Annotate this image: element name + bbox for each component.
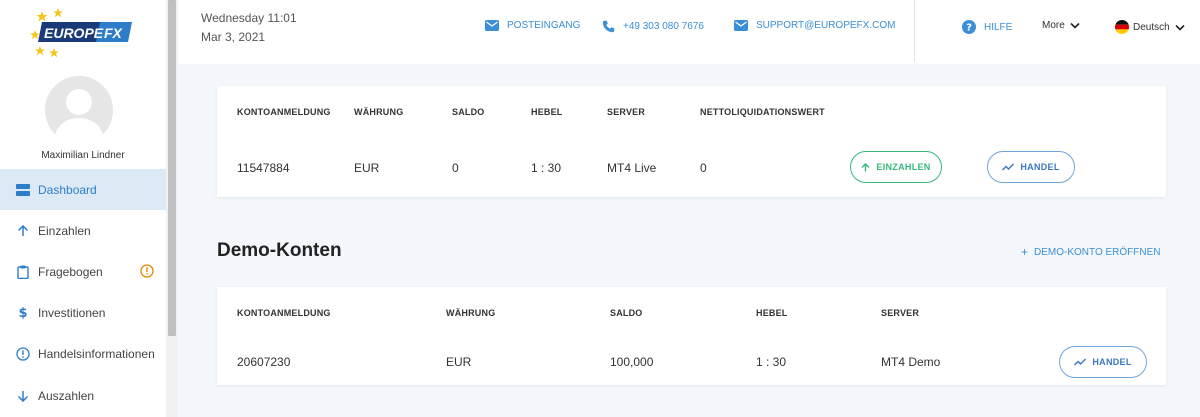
arrow-up-icon <box>15 223 31 239</box>
column-header: SERVER <box>881 308 920 318</box>
sidebar-scrollbar[interactable] <box>166 0 178 417</box>
trade-button-label: HANDEL <box>1092 357 1132 367</box>
column-header: WÄHRUNG <box>446 308 496 318</box>
account-login: 11547884 <box>237 161 290 175</box>
svg-text:?: ? <box>966 23 972 34</box>
trade-button-label: HANDEL <box>1020 162 1060 172</box>
top-header: Wednesday 11:01 Mar 3, 2021 POSTEINGANG … <box>178 0 1200 64</box>
sidebar-item-label: Investitionen <box>38 305 106 320</box>
german-flag-icon <box>1115 20 1129 34</box>
avatar[interactable] <box>45 76 113 144</box>
account-currency: EUR <box>354 161 380 175</box>
arrow-up-icon <box>861 162 870 171</box>
svg-text:FX: FX <box>104 25 124 41</box>
column-header: HEBEL <box>756 308 788 318</box>
open-demo-account-label: DEMO-KONTO ERÖFFNEN <box>1034 246 1161 258</box>
column-header: KONTOANMELDUNG <box>237 308 331 318</box>
sidebar-item-label: Einzahlen <box>38 223 91 238</box>
user-name: Maximilian Lindner <box>41 150 125 161</box>
column-header: SALDO <box>610 308 643 318</box>
language-selector[interactable]: Deutsch <box>1115 20 1185 34</box>
chevron-down-icon <box>1070 22 1080 29</box>
column-header: HEBEL <box>531 107 563 117</box>
inbox-link[interactable]: POSTEINGANG <box>485 20 580 31</box>
sidebar-item-label: Handelsinformationen <box>38 346 155 361</box>
dollar-icon: $ <box>18 305 28 321</box>
sidebar: EUROPE FX Maximilian Lindner Dashboard E… <box>0 0 166 417</box>
scrollbar-thumb[interactable] <box>168 0 176 336</box>
language-label: Deutsch <box>1133 21 1170 33</box>
sidebar-item-label: Auszahlen <box>38 388 95 403</box>
mail-icon <box>485 20 499 31</box>
column-header: SALDO <box>452 107 485 117</box>
column-header: WÄHRUNG <box>354 107 404 117</box>
clipboard-icon <box>15 264 31 280</box>
trend-icon <box>1074 358 1087 366</box>
phone-link[interactable]: +49 303 080 7676 <box>602 20 704 33</box>
trade-button[interactable]: HANDEL <box>987 151 1075 183</box>
more-label: More <box>1042 20 1065 31</box>
column-header: SERVER <box>607 107 646 117</box>
demo-accounts-heading: Demo-Konten <box>217 240 342 261</box>
sidebar-item-dashboard[interactable]: Dashboard <box>0 169 166 210</box>
inbox-label: POSTEINGANG <box>507 20 581 31</box>
plus-icon: + <box>1021 245 1029 259</box>
more-menu[interactable]: More <box>1042 20 1080 31</box>
phone-icon <box>602 20 615 33</box>
demo-trade-button[interactable]: HANDEL <box>1059 346 1147 378</box>
sidebar-item-investitionen[interactable]: $ Investitionen <box>0 292 166 333</box>
svg-text:EUROPE: EUROPE <box>44 25 104 41</box>
account-server: MT4 Demo <box>881 355 941 369</box>
chevron-down-icon <box>1175 24 1185 31</box>
sidebar-item-fragebogen[interactable]: Fragebogen <box>0 251 166 292</box>
account-server: MT4 Live <box>607 161 657 175</box>
open-demo-account-link[interactable]: + DEMO-KONTO ERÖFFNEN <box>1021 245 1161 259</box>
sidebar-item-label: Dashboard <box>38 182 97 197</box>
sidebar-item-einzahlen[interactable]: Einzahlen <box>0 210 166 251</box>
column-header: KONTOANMELDUNG <box>237 107 331 117</box>
deposit-button-label: EINZAHLEN <box>876 162 931 172</box>
live-account-card: KONTOANMELDUNG WÄHRUNG SALDO HEBEL SERVE… <box>217 86 1166 197</box>
account-balance: 0 <box>452 161 459 175</box>
account-net-liquidation-value: 0 <box>700 161 707 175</box>
sidebar-item-auszahlen[interactable]: Auszahlen <box>0 375 166 416</box>
help-label: HILFE <box>984 21 1013 33</box>
help-link[interactable]: ? HILFE <box>962 20 1012 34</box>
phone-number: +49 303 080 7676 <box>623 21 704 32</box>
deposit-button[interactable]: EINZAHLEN <box>850 151 942 183</box>
account-currency: EUR <box>446 355 472 369</box>
support-email: SUPPORT@EUROPEFX.COM <box>756 20 896 31</box>
current-day-time: Wednesday 11:01 <box>201 11 297 25</box>
help-icon: ? <box>962 20 976 34</box>
current-date: Mar 3, 2021 <box>201 30 266 44</box>
account-balance: 100,000 <box>610 355 654 369</box>
sidebar-item-handelsinformationen[interactable]: Handelsinformationen <box>0 333 166 374</box>
column-header: NETTOLIQUIDATIONSWERT <box>700 107 825 117</box>
europefx-logo[interactable]: EUROPE FX <box>30 8 134 58</box>
header-divider <box>914 0 915 62</box>
dashboard-icon <box>15 182 31 198</box>
mail-icon <box>734 20 748 31</box>
arrow-down-icon <box>15 388 31 404</box>
support-email-link[interactable]: SUPPORT@EUROPEFX.COM <box>734 20 895 31</box>
trend-icon <box>1002 163 1015 171</box>
account-leverage: 1 : 30 <box>756 355 787 369</box>
warning-icon <box>140 264 154 278</box>
sidebar-item-label: Fragebogen <box>38 264 103 279</box>
account-login: 20607230 <box>237 355 291 369</box>
info-icon <box>15 346 31 362</box>
demo-account-card: KONTOANMELDUNG WÄHRUNG SALDO HEBEL SERVE… <box>217 287 1166 385</box>
account-leverage: 1 : 30 <box>531 161 562 175</box>
